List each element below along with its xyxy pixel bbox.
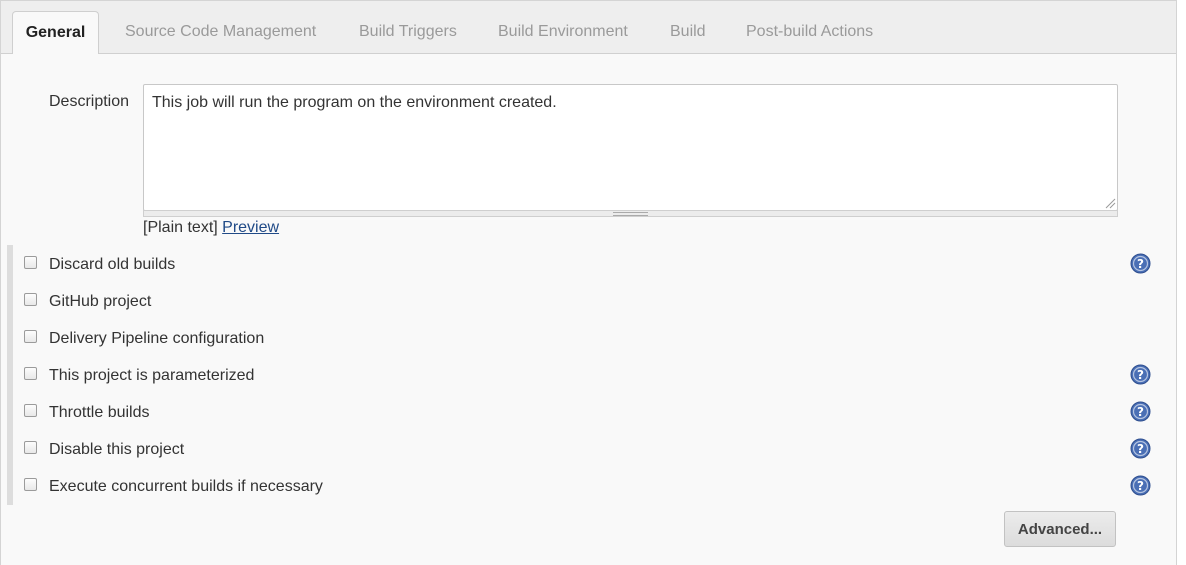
option-label: Discard old builds (49, 256, 176, 273)
tab-build[interactable]: Build (670, 23, 706, 41)
tab-post-build-actions[interactable]: Post-build Actions (746, 23, 873, 41)
preview-link[interactable]: Preview (222, 219, 279, 236)
help-question-icon[interactable]: ? (1130, 475, 1151, 496)
option-label: Delivery Pipeline configuration (49, 330, 265, 347)
plain-text-label: [Plain text] (143, 219, 218, 236)
help-question-icon[interactable]: ? (1130, 364, 1151, 385)
svg-text:?: ? (1137, 442, 1144, 456)
help-question-icon[interactable]: ? (1130, 401, 1151, 422)
tab-bar: General Source Code Management Build Tri… (1, 1, 1176, 54)
tab-build-triggers[interactable]: Build Triggers (359, 23, 457, 41)
option-label: This project is parameterized (49, 367, 255, 384)
advanced-button[interactable]: Advanced... (1004, 511, 1116, 547)
svg-text:?: ? (1137, 405, 1144, 419)
github-project-checkbox[interactable] (24, 293, 37, 306)
delivery-pipeline-checkbox[interactable] (24, 330, 37, 343)
throttle-builds-checkbox[interactable] (24, 404, 37, 417)
tab-source-code-management[interactable]: Source Code Management (125, 23, 316, 41)
tab-build-environment[interactable]: Build Environment (498, 23, 628, 41)
parameterized-checkbox[interactable] (24, 367, 37, 380)
concurrent-builds-checkbox[interactable] (24, 478, 37, 491)
format-line: [Plain text] Preview (143, 219, 279, 237)
option-label: Disable this project (49, 441, 185, 458)
svg-text:?: ? (1137, 479, 1144, 493)
description-textarea[interactable]: This job will run the program on the env… (143, 84, 1118, 211)
help-question-icon[interactable]: ? (1130, 438, 1151, 459)
description-label: Description (49, 93, 130, 110)
discard-old-builds-checkbox[interactable] (24, 256, 37, 269)
svg-text:?: ? (1137, 368, 1144, 382)
disable-project-checkbox[interactable] (24, 441, 37, 454)
options-section-bar (7, 245, 13, 505)
tab-general[interactable]: General (12, 11, 99, 54)
help-question-icon[interactable]: ? (1130, 253, 1151, 274)
resize-grip-icon (613, 212, 648, 216)
option-label: GitHub project (49, 293, 152, 310)
option-label: Throttle builds (49, 404, 150, 421)
resize-handle-icon[interactable] (1104, 197, 1116, 209)
svg-text:?: ? (1137, 257, 1144, 271)
option-label: Execute concurrent builds if necessary (49, 478, 323, 495)
